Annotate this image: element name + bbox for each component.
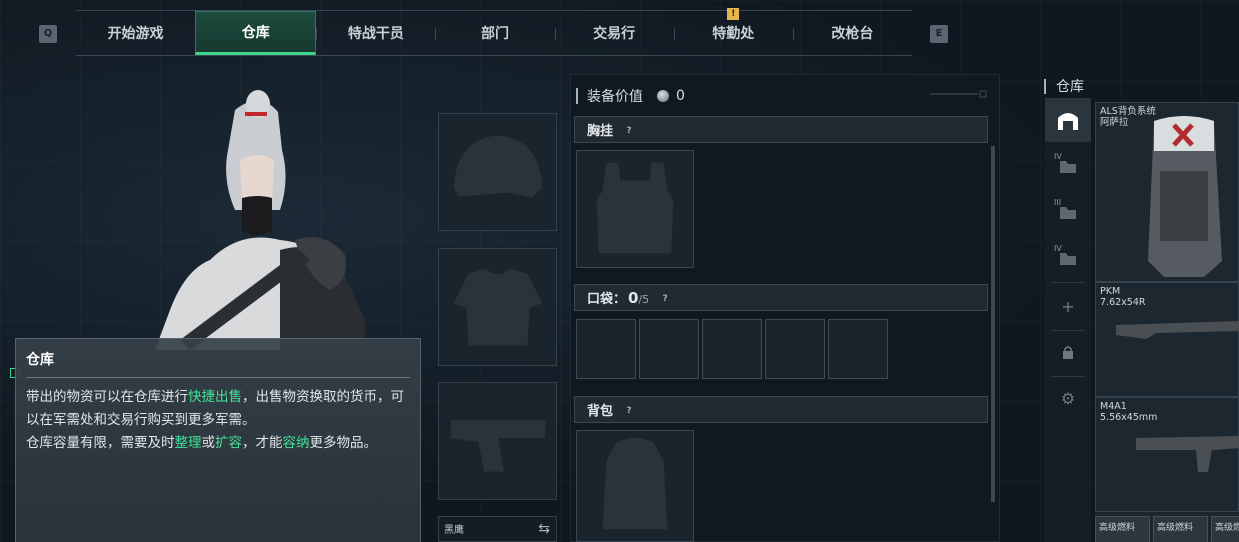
item-name: 高级燃料 [1157, 523, 1194, 533]
equipment-value-label: 装备价值 [587, 89, 643, 105]
armor-slot[interactable] [438, 248, 557, 366]
filter-tier-4-a[interactable]: IV [1045, 144, 1091, 188]
tab-label: 特战干员 [347, 26, 404, 42]
sidearm-label: 黑鹰 [444, 525, 464, 536]
helmet-slot[interactable] [438, 113, 557, 231]
fuel-item[interactable]: 高级燃料 [1095, 516, 1150, 542]
tab-label: 交易行 [593, 26, 636, 42]
lock-icon [1063, 346, 1073, 359]
tooltip-body: 带出的物资可以在仓库进行快捷出售，出售物资换取的货币，可以在军需处和交易行购买到… [16, 378, 420, 463]
warehouse-item[interactable]: M4A1 5.56x45mm [1095, 397, 1239, 512]
pocket-slot-5[interactable] [828, 319, 888, 379]
tab-trade[interactable]: 交易行 [554, 11, 674, 55]
tab-label: 特勤处 [712, 26, 755, 42]
pistol-slot[interactable] [438, 382, 557, 500]
rail-divider [1051, 282, 1085, 283]
tier-tag: III [1054, 198, 1062, 207]
filter-tier-3[interactable]: III [1045, 190, 1091, 234]
backpack-slot[interactable] [576, 430, 694, 542]
item-name: PKM 7.62x54R [1100, 286, 1146, 308]
backpack-item-icon [1148, 116, 1222, 277]
tab-label: 改枪台 [831, 26, 874, 42]
coin-icon [657, 90, 669, 102]
help-icon[interactable]: ? [659, 292, 671, 304]
main-nav: 开始游戏 仓库 特战干员 部门 交易行 ! 特勤处 改枪台 [76, 8, 912, 56]
backpack-title: 背包 [587, 404, 614, 419]
plus-icon: + [1061, 296, 1075, 316]
warehouse-header: 仓库 [1044, 76, 1084, 96]
all-items-filter[interactable] [1045, 98, 1091, 142]
tier-tag: IV [1054, 244, 1062, 253]
item-name: 高级燃料 [1215, 523, 1239, 533]
swap-icon[interactable]: ⇆ [538, 521, 550, 537]
sidearm-label-bar[interactable]: 黑鹰 ⇆ [438, 516, 557, 542]
gear-icon: ⚙ [1060, 388, 1076, 408]
pocket-slot-4[interactable] [765, 319, 825, 379]
tooltip-paragraph-1: 带出的物资可以在仓库进行快捷出售，出售物资换取的货币，可以在军需处和交易行购买到… [26, 389, 404, 428]
title-bar [1044, 78, 1046, 94]
pockets-header: 口袋： 0/5 ? [574, 284, 988, 311]
warehouse-title: 仓库 [1056, 79, 1084, 95]
help-icon[interactable]: ? [623, 124, 635, 136]
tab-label: 开始游戏 [107, 26, 164, 42]
panel-deco [930, 90, 987, 98]
key-hint-q[interactable]: Q [39, 25, 57, 43]
warehouse-grid: ALS背负系统 阿萨拉 PKM 7.62x54R M4A1 5.56x45mm 高级燃… [1095, 102, 1239, 542]
item-name: 高级燃料 [1099, 523, 1136, 533]
key-hint-e[interactable]: E [930, 25, 948, 43]
tab-start-game[interactable]: 开始游戏 [76, 11, 195, 55]
tooltip-title: 仓库 [26, 349, 410, 378]
helmet-icon [453, 135, 543, 198]
backpack-icon [602, 437, 668, 530]
tab-departments[interactable]: 部门 [435, 11, 554, 55]
tab-warehouse[interactable]: 仓库 [195, 11, 317, 55]
filter-tier-4-b[interactable]: IV [1045, 236, 1091, 280]
pistol-icon [450, 420, 546, 472]
pocket-slot-1[interactable] [576, 319, 636, 379]
tooltip-paragraph-2: 仓库容量有限，需要及时整理或扩容，才能容纳更多物品。 [26, 435, 377, 451]
tab-gunsmith[interactable]: 改枪台 [792, 11, 912, 55]
help-icon[interactable]: ? [623, 404, 635, 416]
warehouse-item[interactable]: ALS背负系统 阿萨拉 [1095, 102, 1239, 282]
fuel-item[interactable]: 高级燃料 [1211, 516, 1239, 542]
info-tooltip: 仓库 带出的物资可以在仓库进行快捷出售，出售物资换取的货币，可以在军需处和交易行… [15, 338, 421, 542]
fuel-item[interactable]: 高级燃料 [1153, 516, 1208, 542]
value-bar [576, 88, 578, 104]
notification-badge: ! [727, 8, 740, 20]
tier-tag: IV [1054, 152, 1062, 161]
chest-rig-icon [596, 162, 674, 254]
tab-operators[interactable]: 特战干员 [316, 11, 435, 55]
chest-rig-header: 胸挂 ? [574, 116, 988, 143]
tab-label: 仓库 [241, 25, 270, 41]
settings-button[interactable]: ⚙ [1045, 376, 1091, 420]
chest-rig-slot[interactable] [576, 150, 694, 268]
pockets-title: 口袋： [587, 292, 627, 307]
add-filter-button[interactable]: + [1045, 284, 1091, 328]
chest-rig-title: 胸挂 [587, 124, 614, 139]
rifle-icon [1116, 321, 1239, 339]
operator-portrait[interactable] [140, 90, 380, 350]
tab-special-ops[interactable]: ! 特勤处 [673, 8, 793, 55]
lock-filter-button[interactable] [1045, 330, 1091, 374]
loadout-scrollbar[interactable] [991, 146, 995, 502]
pocket-slot-3[interactable] [702, 319, 762, 379]
rifle-icon [1136, 436, 1239, 472]
equipment-value-amount: 0 [676, 88, 685, 104]
pocket-slot-2[interactable] [639, 319, 699, 379]
backpack-header: 背包 ? [574, 396, 988, 423]
tab-label: 部门 [480, 26, 509, 42]
equipment-value: 装备价值 0 [576, 86, 685, 106]
armor-icon [453, 268, 543, 346]
warehouse-item[interactable]: PKM 7.62x54R [1095, 282, 1239, 397]
warehouse-icon [1058, 113, 1078, 130]
item-name: M4A1 5.56x45mm [1100, 401, 1158, 423]
warehouse-filter-rail: IV III IV + ⚙ [1045, 98, 1091, 542]
pockets-count: 0/5 [628, 288, 650, 307]
